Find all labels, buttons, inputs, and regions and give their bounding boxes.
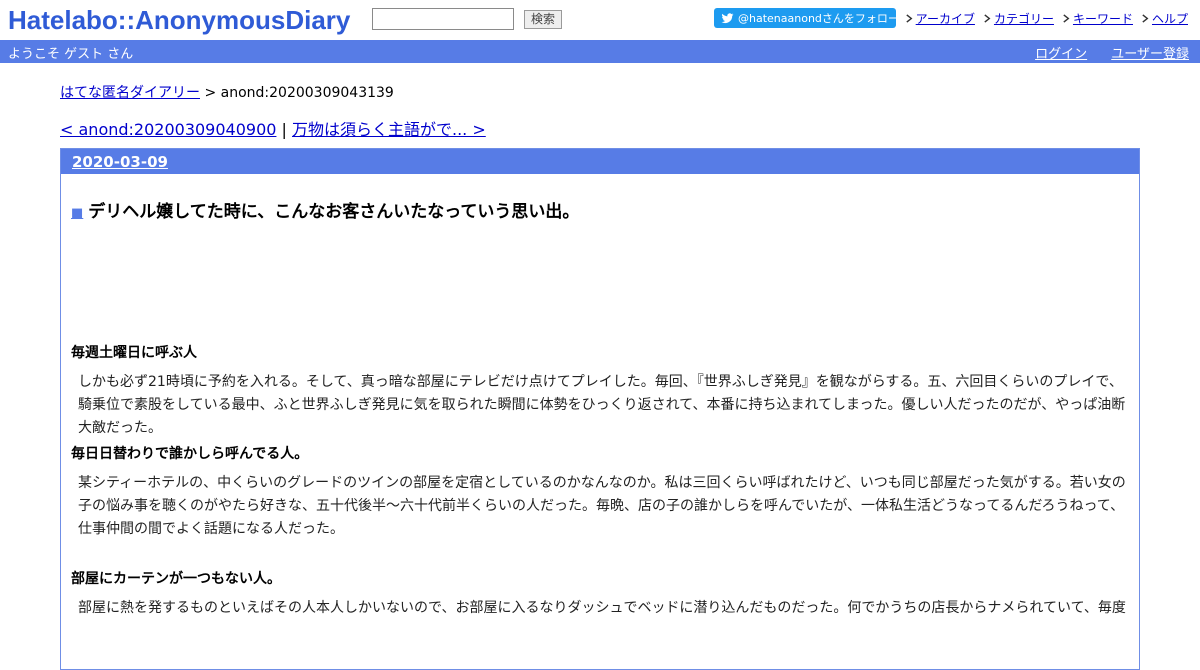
day-date-link[interactable]: 2020-03-09 [72, 153, 168, 171]
nav-help-link[interactable]: ヘルプ [1152, 10, 1188, 27]
breadcrumb-current: anond:20200309043139 [220, 85, 394, 101]
nav-help[interactable]: ヘルプ [1141, 10, 1188, 27]
twitter-bird-icon [721, 12, 734, 23]
chevron-right-icon [906, 14, 913, 23]
breadcrumb-separator: > [200, 85, 221, 101]
section-heading: 部屋にカーテンが一つもない人。 [71, 571, 281, 587]
nav-category-link[interactable]: カテゴリー [994, 10, 1054, 27]
site-header: Hatelabo::AnonymousDiary 検索 @hatenaanond… [0, 0, 1200, 40]
section-paragraph: しかも必ず21時頃に予約を入れる。そして、真っ暗な部屋にテレビだけ点けてプレイし… [78, 374, 1126, 436]
nav-keyword[interactable]: キーワード [1062, 10, 1133, 27]
section-heading: 毎日日替わりで誰かしら呼んでる人。 [71, 446, 309, 462]
twitter-follow-label: @hatenaanondさんをフォロー [738, 12, 899, 25]
breadcrumb-home-link[interactable]: はてな匿名ダイアリー [60, 85, 200, 101]
entry-pager: < anond:20200309040900 | 万物は須らく主語がで... > [60, 120, 1140, 140]
day-entry: 2020-03-09 ■ デリヘル嬢してた時に、こんなお客さんいたなっていう思い出… [60, 148, 1140, 670]
blank-space [71, 545, 1129, 569]
nav-archive-link[interactable]: アーカイブ [916, 10, 975, 27]
section-heading: 毎週土曜日に呼ぶ人 [71, 345, 197, 361]
account-links: ログイン ユーザー登録 [1015, 43, 1189, 62]
entry-body: ■ デリヘル嬢してた時に、こんなお客さんいたなっていう思い出。 毎週土曜日に呼ぶ人… [61, 201, 1139, 620]
chevron-right-icon [1063, 14, 1070, 23]
nav-archive[interactable]: アーカイブ [905, 10, 975, 27]
welcome-bar: ようこそ ゲスト さん ログイン ユーザー登録 [0, 40, 1200, 63]
main-content: はてな匿名ダイアリー > anond:20200309043139 < anon… [60, 84, 1140, 670]
chevron-right-icon [1142, 14, 1149, 23]
site-logo[interactable]: Hatelabo::AnonymousDiary [8, 4, 350, 36]
search-input[interactable] [372, 8, 514, 30]
next-entry-link[interactable]: 万物は須らく主語がで... > [292, 120, 486, 139]
prev-entry-link[interactable]: < anond:20200309040900 [60, 120, 276, 139]
section-paragraph: 某シティーホテルの、中くらいのグレードのツインの部屋を定宿としているのかなんなの… [78, 475, 1126, 537]
login-link[interactable]: ログイン [1035, 47, 1087, 62]
pager-separator: | [276, 120, 292, 139]
nav-category[interactable]: カテゴリー [983, 10, 1054, 27]
entry-title: ■ デリヘル嬢してた時に、こんなお客さんいたなっていう思い出。 [71, 201, 1129, 225]
blank-space [71, 225, 1129, 343]
entry-title-text: デリヘル嬢してた時に、こんなお客さんいたなっていう思い出。 [88, 202, 580, 222]
search-button[interactable]: 検索 [524, 10, 563, 29]
breadcrumb: はてな匿名ダイアリー > anond:20200309043139 [60, 84, 1140, 102]
top-nav: アーカイブ カテゴリー キーワード ヘルプ [897, 10, 1188, 27]
day-header: 2020-03-09 [61, 149, 1139, 174]
permalink-square-icon[interactable]: ■ [71, 206, 83, 221]
chevron-right-icon [984, 14, 991, 23]
nav-keyword-link[interactable]: キーワード [1073, 10, 1133, 27]
twitter-follow-button[interactable]: @hatenaanondさんをフォロー [714, 8, 899, 28]
register-link[interactable]: ユーザー登録 [1111, 47, 1189, 62]
welcome-text: ようこそ ゲスト さん [8, 47, 134, 62]
section-paragraph: 部屋に熱を発するものといえばその人本人しかいないので、お部屋に入るなりダッシュで… [78, 600, 1126, 616]
